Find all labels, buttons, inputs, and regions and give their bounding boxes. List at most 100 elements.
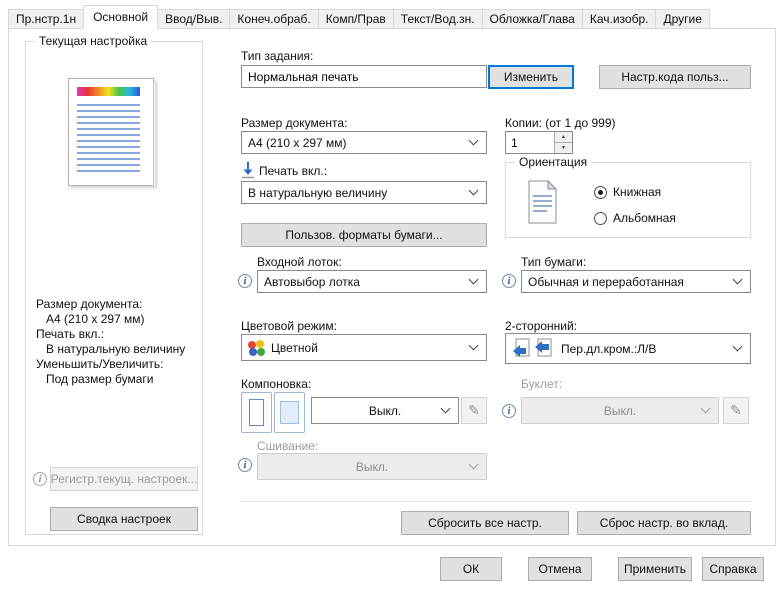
ok-button[interactable]: ОК [440,557,502,581]
button-label: Регистр.текущ. настроек... [51,472,198,486]
custom-paper-sizes-button[interactable]: Пользов. форматы бумаги... [241,223,487,247]
radio-portrait[interactable]: Книжная [594,185,661,199]
button-label: Настр.кода польз... [621,70,728,84]
chevron-down-icon [469,135,479,145]
selected-value: Обычная и переработанная [528,275,684,289]
chevron-down-icon [441,403,451,413]
color-bar [77,87,140,96]
page-curl [153,82,158,188]
reset-tab-settings-button[interactable]: Сброс настр. во вклад. [577,511,751,535]
orientation-group: Ориентация Книжная Альбомная [505,162,751,238]
tab-presets[interactable]: Пр.нстр.1н [8,9,84,29]
chevron-down-icon [469,459,479,469]
page-orientation-icon [524,180,560,224]
summary-line: В натуральную величину [36,342,185,357]
booklet-label: Буклет: [521,377,562,391]
button-label: ОК [463,562,479,576]
summary-line: Печать вкл.: [36,327,185,342]
chevron-down-icon [733,341,743,351]
color-dot [257,348,265,356]
copies-input[interactable] [506,132,554,153]
spin-down-button[interactable]: ▼ [554,142,572,153]
paper-type-label: Тип бумаги: [521,255,586,269]
edit-booklet-button: ✎ [723,397,749,424]
spin-up-button[interactable]: ▲ [554,132,572,142]
tab-finishing[interactable]: Конеч.обраб. [229,9,318,29]
radio-label: Книжная [613,185,661,199]
chevron-down-icon [733,274,743,284]
pencil-icon: ✎ [468,402,480,419]
selected-value: Автовыбор лотка [264,275,360,289]
button-label: Сводка настроек [77,512,171,526]
button-label: Применить [624,562,686,576]
layout-select[interactable]: Выкл. [311,397,459,424]
help-button[interactable]: Справка [702,557,764,581]
selected-value: Выкл. [356,460,388,474]
radio-landscape[interactable]: Альбомная [594,211,676,225]
info-icon[interactable]: i [238,274,252,288]
cancel-button[interactable]: Отмена [528,557,592,581]
tab-layout-edit[interactable]: Комп/Прав [318,9,394,29]
info-icon[interactable]: i [502,274,516,288]
radio-dot [594,212,607,225]
tab-label: Конеч.обраб. [237,12,310,26]
apply-button[interactable]: Применить [618,557,692,581]
selected-value: Выкл. [604,404,636,418]
tab-label: Текст/Вод.зн. [401,12,475,26]
settings-summary-button[interactable]: Сводка настроек [50,507,198,531]
color-mode-label: Цветовой режим: [241,319,337,333]
register-settings-button: Регистр.текущ. настроек... [50,467,198,491]
copies-label: Копии: (от 1 до 999) [505,116,616,130]
edit-layout-button: ✎ [461,397,487,424]
button-label: Сброс настр. во вклад. [600,516,728,530]
staple-select: Выкл. [257,453,487,480]
page-outline [280,401,299,424]
tab-page-basic: Текущая настройка Размер документа: A4 (… [8,28,776,546]
separator [241,501,751,502]
button-label: Изменить [504,70,558,84]
paper-type-select[interactable]: Обычная и переработанная [521,270,751,293]
selected-value: Выкл. [369,404,401,418]
tab-image-quality[interactable]: Кач.изобр. [582,9,657,29]
tab-cover-chapter[interactable]: Обложка/Глава [482,9,583,29]
radio-label: Альбомная [613,211,676,225]
tab-label: Ввод/Выв. [165,12,222,26]
copies-stepper: ▲ ▼ [505,131,573,154]
chevron-down-icon [469,340,479,350]
info-icon[interactable]: i [238,458,252,472]
layout-preview-back-icon[interactable] [274,392,305,433]
page-outline [249,399,264,426]
selected-value: Пер.дл.кром.:Л/В [561,342,656,356]
button-label: Отмена [538,562,581,576]
change-button[interactable]: Изменить [488,65,574,89]
duplex-select[interactable]: Пер.дл.кром.:Л/В [505,333,751,364]
color-dot [249,348,257,356]
tab-others[interactable]: Другие [655,9,709,29]
input-tray-label: Входной лоток: [257,255,342,269]
tab-label: Пр.нстр.1н [16,12,76,26]
summary-line: A4 (210 x 297 мм) [36,312,185,327]
tab-label: Обложка/Глава [490,12,575,26]
color-mode-select[interactable]: Цветной [241,334,487,361]
user-code-settings-button[interactable]: Настр.кода польз... [599,65,751,89]
tab-text-watermark[interactable]: Текст/Вод.зн. [393,9,483,29]
pencil-icon: ✎ [730,402,742,419]
layout-label: Компоновка: [241,377,311,391]
input-tray-select[interactable]: Автовыбор лотка [257,270,487,293]
reset-all-settings-button[interactable]: Сбросить все настр. [401,511,569,535]
layout-preview-front-icon[interactable] [241,392,272,433]
selected-value: В натуральную величину [248,186,387,200]
print-on-select[interactable]: В натуральную величину [241,181,487,204]
job-type-input[interactable] [241,65,487,88]
info-icon[interactable]: i [502,404,516,418]
tab-label: Основной [93,10,148,24]
job-type-label: Тип задания: [241,49,313,63]
tab-basic[interactable]: Основной [83,5,158,29]
tab-input-output[interactable]: Ввод/Выв. [157,9,230,29]
printer-properties-dialog: Пр.нстр.1н Основной Ввод/Выв. Конеч.обра… [0,0,784,589]
duplex-icon [512,337,556,361]
info-icon[interactable]: i [33,472,47,486]
document-size-select[interactable]: A4 (210 x 297 мм) [241,131,487,154]
group-title: Текущая настройка [35,34,151,48]
button-label: Пользов. форматы бумаги... [285,228,442,242]
